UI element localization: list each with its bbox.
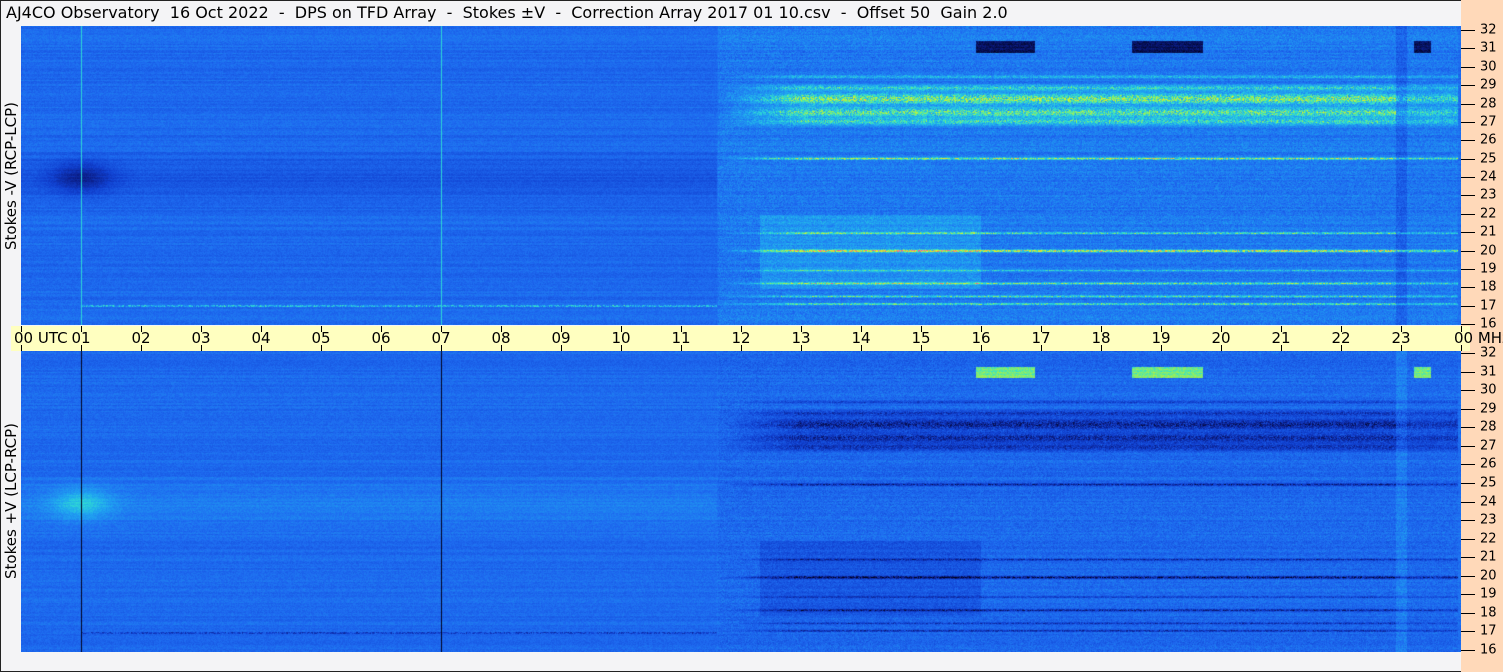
freq-label: 25 [1480,151,1497,167]
freq-label: 25 [1480,475,1497,491]
hour-label: 02 [131,329,151,347]
freq-label: 30 [1480,59,1497,75]
hour-label: 05 [311,329,331,347]
freq-label: 17 [1480,623,1497,639]
freq-label: 16 [1480,316,1497,332]
freq-label: 17 [1480,298,1497,314]
hour-label: 20 [1211,329,1231,347]
freq-label: 18 [1480,605,1497,621]
freq-tick [1461,353,1475,354]
freq-tick [1461,324,1475,325]
freq-label: 26 [1480,456,1497,472]
freq-label: 27 [1480,438,1497,454]
hour-label: 09 [551,329,571,347]
stokes-plus-v-spectrogram [21,351,1461,652]
freq-tick [1461,650,1475,651]
freq-label: 32 [1480,345,1497,361]
freq-tick [1461,30,1475,31]
freq-tick [1461,483,1475,484]
freq-tick [1461,557,1475,558]
hour-label: 12 [731,329,751,347]
hour-label: 13 [791,329,811,347]
freq-tick [1461,409,1475,410]
freq-label: 28 [1480,419,1497,435]
freq-label: 19 [1480,261,1497,277]
hour-label: 07 [431,329,451,347]
hour-label: 17 [1031,329,1051,347]
freq-label: 27 [1480,114,1497,130]
top-panel-ylabel: Stokes -V (RCP-LCP) [2,102,20,250]
freq-tick [1461,159,1475,160]
freq-label: 28 [1480,96,1497,111]
freq-label: 21 [1480,224,1497,240]
freq-tick [1461,104,1475,105]
hour-label: 23 [1391,329,1411,347]
freq-label: 32 [1480,22,1497,38]
freq-tick [1461,539,1475,540]
freq-tick [1461,427,1475,428]
hour-label: 00 MHz [1454,329,1503,347]
freq-label: 18 [1480,279,1497,295]
hour-label: 00 UTC [14,329,68,347]
hour-label: 19 [1151,329,1171,347]
hour-label: 06 [371,329,391,347]
freq-label: 31 [1480,364,1497,380]
freq-tick [1461,613,1475,614]
freq-tick [1461,195,1475,196]
hour-label: 01 [71,329,91,347]
freq-label: 22 [1480,531,1497,547]
hour-label: 21 [1271,329,1291,347]
freq-tick [1461,48,1475,49]
hour-label: 11 [671,329,691,347]
freq-tick [1461,372,1475,373]
freq-label: 29 [1480,401,1497,417]
freq-tick [1461,269,1475,270]
hour-label: 14 [851,329,871,347]
freq-tick [1461,390,1475,391]
freq-label: 29 [1480,77,1497,93]
freq-tick [1461,631,1475,632]
freq-tick [1461,85,1475,86]
freq-tick [1461,251,1475,252]
freq-tick [1461,594,1475,595]
freq-tick [1461,464,1475,465]
freq-tick [1461,287,1475,288]
hour-label: 16 [971,329,991,347]
freq-label: 19 [1480,586,1497,602]
hour-label: 22 [1331,329,1351,347]
freq-tick [1461,177,1475,178]
freq-label: 24 [1480,494,1497,509]
freq-label: 23 [1480,512,1497,528]
hour-label: 04 [251,329,271,347]
freq-tick [1461,140,1475,141]
freq-label: 21 [1480,549,1497,565]
freq-label: 26 [1480,132,1497,148]
chart-title: AJ4CO Observatory 16 Oct 2022 - DPS on T… [6,3,1008,22]
freq-label: 23 [1480,187,1497,203]
freq-tick [1461,67,1475,68]
hour-label: 18 [1091,329,1111,347]
freq-tick [1461,520,1475,521]
hour-label: 03 [191,329,211,347]
hour-label: 15 [911,329,931,347]
stokes-minus-v-spectrogram [21,26,1461,325]
freq-label: 30 [1480,382,1497,398]
freq-tick [1461,232,1475,233]
freq-label: 20 [1480,568,1497,584]
freq-tick [1461,576,1475,577]
freq-label: 20 [1480,243,1497,258]
freq-tick [1461,502,1475,503]
bottom-panel-ylabel: Stokes +V (LCP-RCP) [2,423,20,579]
freq-label: 16 [1480,642,1497,658]
freq-tick [1461,306,1475,307]
hour-label: 08 [491,329,511,347]
freq-tick [1461,214,1475,215]
freq-tick [1461,446,1475,447]
freq-tick [1461,122,1475,123]
freq-label: 31 [1480,40,1497,56]
hour-label: 10 [611,329,631,347]
freq-label: 24 [1480,169,1497,185]
freq-label: 22 [1480,206,1497,222]
